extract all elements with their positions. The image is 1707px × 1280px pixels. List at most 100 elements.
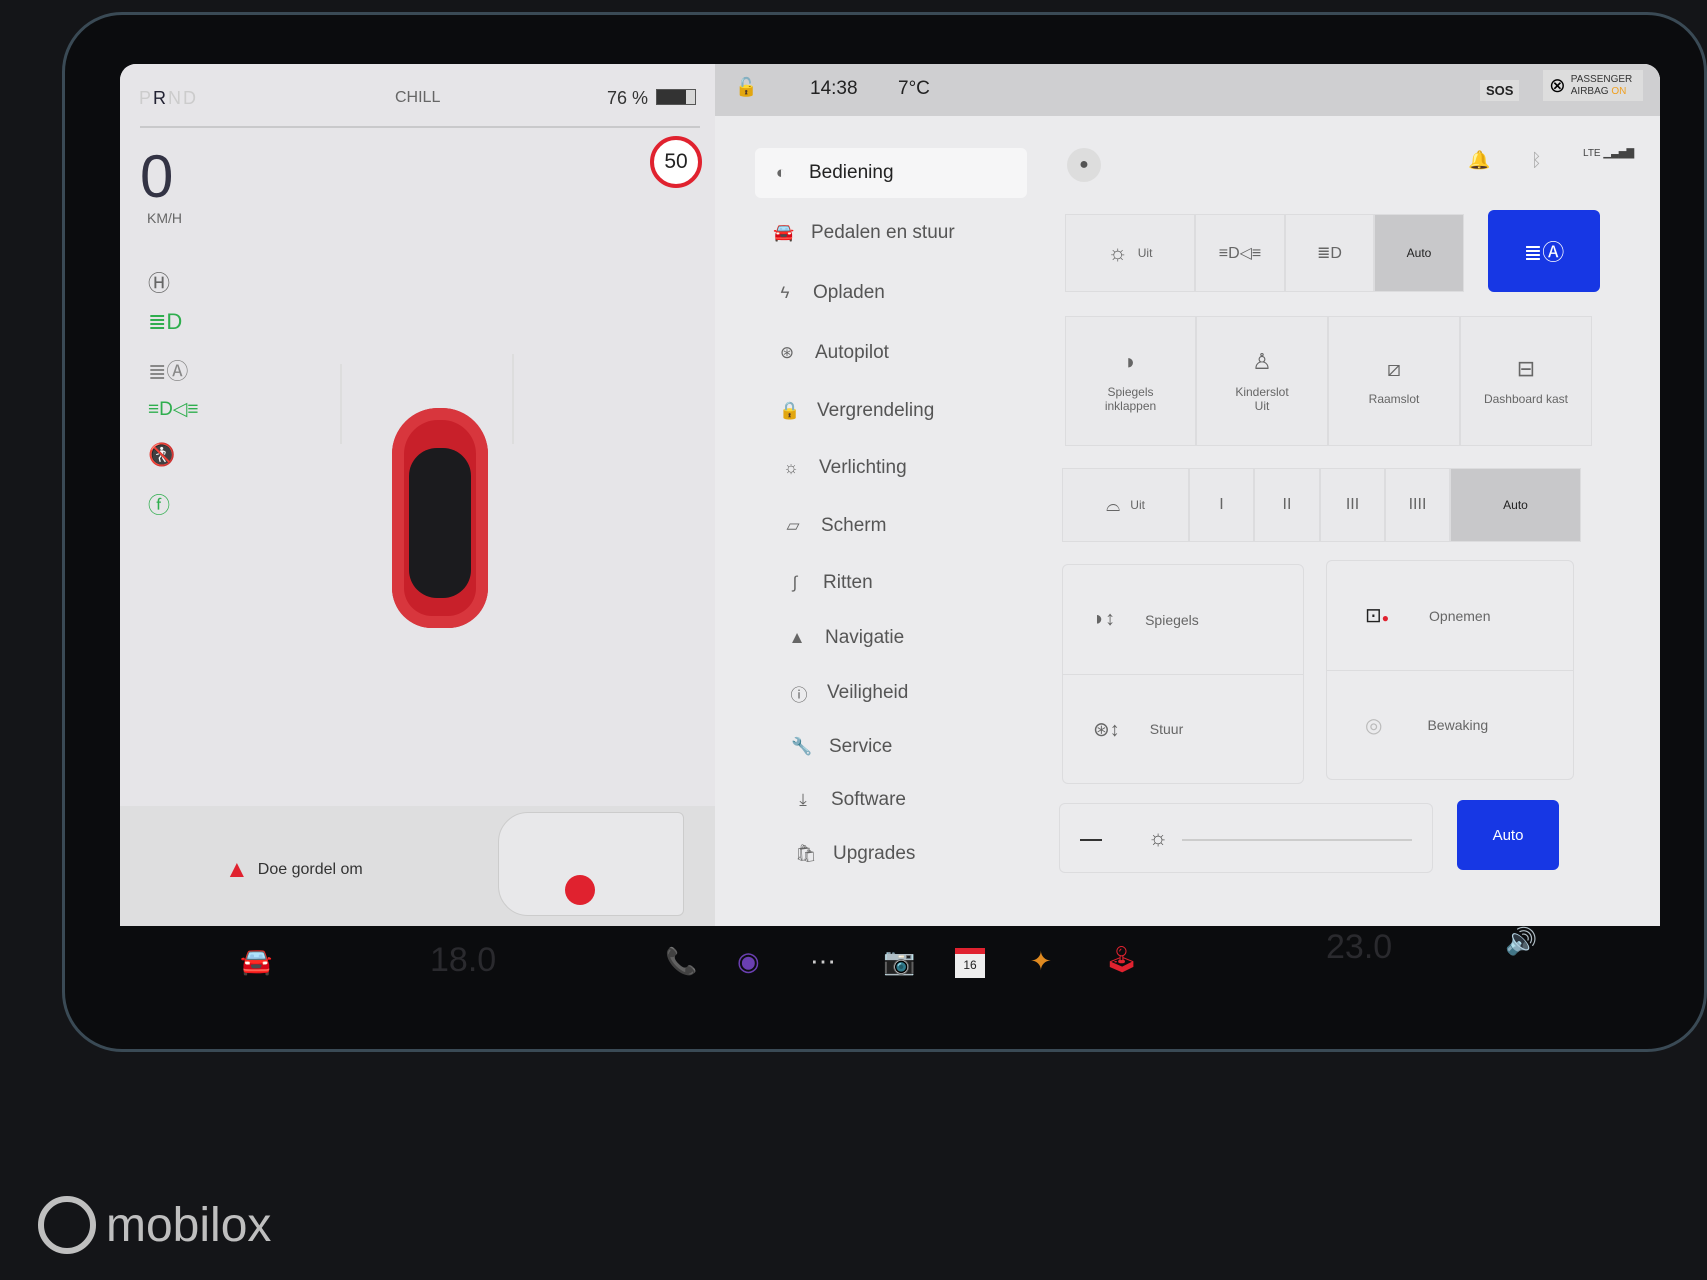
glovebox-button[interactable]: ⊟ Dashboard kast [1460, 316, 1592, 446]
menu-item-label: Scherm [821, 515, 887, 536]
sentry-icon: ◎ [1365, 714, 1383, 737]
car-icon[interactable]: 🚘 [240, 946, 272, 977]
battery-percent: 76 % [607, 88, 649, 108]
menu-item-navigatie[interactable]: ▲ Navigatie [771, 613, 1043, 663]
more-apps-icon[interactable]: ⋯ [810, 946, 836, 977]
adjust-steering-button[interactable]: ⊛↕ Stuur [1063, 675, 1303, 783]
drive-mode: CHILL [395, 89, 441, 106]
auto-high-beam-button[interactable]: ≣Ⓐ [1488, 210, 1600, 292]
camera-icon[interactable]: 📷 [883, 946, 915, 977]
menu-item-label: Autopilot [815, 342, 889, 363]
menu-item-veiligheid[interactable]: ⓘ Veiligheid [773, 668, 1045, 718]
lights-auto-button[interactable]: Auto [1374, 214, 1464, 292]
airbag-icon: ⊗ [1549, 75, 1566, 97]
wipers-auto-button[interactable]: Auto [1450, 468, 1581, 542]
warning-text: Doe gordel om [257, 861, 363, 878]
calendar-icon[interactable]: 16 [955, 948, 985, 978]
dashcam-box: ⊡● Opnemen ◎ Bewaking [1326, 560, 1574, 780]
parking-lights-icon: ≡D◁≡ [148, 399, 199, 420]
record-label: Opnemen [1429, 607, 1491, 624]
menu-item-scherm[interactable]: ▱ Scherm [767, 501, 1039, 551]
menu-item-service[interactable]: 🔧 Service [775, 722, 1047, 772]
lane-line [512, 354, 514, 444]
parking-lights-button[interactable]: ≡D◁≡ [1195, 214, 1285, 292]
menu-item-label: Service [829, 736, 893, 757]
speed-limit-sign: 50 [650, 136, 702, 188]
menu-item-software[interactable]: ⤓ Software [777, 775, 1049, 825]
menu-item-label: Veiligheid [827, 682, 909, 703]
gear-d: D [183, 88, 199, 108]
lights-off-button[interactable]: ☼ Uit [1065, 214, 1195, 292]
passenger-temp[interactable]: 23.0 [1326, 928, 1392, 967]
brightness-icon[interactable]: ☼ [1148, 825, 1168, 851]
record-icon: ⊡● [1365, 605, 1390, 627]
brightness-slider[interactable]: ☼ [1059, 803, 1433, 873]
adjust-mirrors-button[interactable]: ◗↕ Spiegels [1063, 565, 1303, 675]
brightness-auto-button[interactable]: Auto [1457, 800, 1559, 870]
bluetooth-icon[interactable]: ᛒ [1531, 150, 1542, 171]
child-lock-button[interactable]: ♙ Kinderslot Uit [1196, 316, 1328, 446]
watermark: mobilox [38, 1196, 271, 1254]
alert-icon: ⓘ [790, 685, 808, 705]
sun-icon: ☼ [1107, 240, 1128, 265]
slider-fill [1080, 839, 1102, 841]
sentry-mode-button[interactable]: ◎ Bewaking [1327, 671, 1573, 779]
wiper-speed-2[interactable]: II [1254, 468, 1320, 542]
touchscreen: PRND CHILL 76 % 0 KM/H 50 Ⓗ ≣D ≣Ⓐ ≡D◁≡ 🚷… [120, 64, 1660, 926]
parking-brake-icon: Ⓗ [148, 271, 171, 296]
wiper-speed-3[interactable]: III [1320, 468, 1385, 542]
joystick-icon[interactable]: 🕹 [1105, 944, 1138, 975]
watermark-text: mobilox [106, 1198, 272, 1252]
sentry-label: Bewaking [1427, 717, 1489, 733]
auto-high-beam-icon: ≣Ⓐ [148, 359, 189, 384]
download-icon: ⤓ [799, 790, 807, 809]
steering-adjust-icon: ⊛↕ [1093, 718, 1120, 741]
menu-item-label: Vergrendeling [817, 400, 935, 421]
low-beam-icon: ≣D [148, 309, 183, 334]
camera-lens-icon[interactable]: ◉ [737, 946, 760, 977]
wipers-off-button[interactable]: ⌓ Uit [1062, 468, 1189, 542]
wipers-off-label: Uit [1130, 498, 1145, 512]
menu-item-pedalen-en-stuur[interactable]: 🚘 Pedalen en stuur [757, 208, 1029, 258]
warning-icon: ▲ [225, 856, 249, 883]
menu-item-label: Upgrades [833, 843, 916, 864]
wiper-speed-4[interactable]: IIII [1385, 468, 1450, 542]
menu-item-bediening[interactable]: ◐ Bediening [755, 148, 1027, 198]
wiper-speed-1[interactable]: I [1189, 468, 1254, 542]
fold-mirrors-button[interactable]: ◗ Spiegels inklappen [1065, 316, 1196, 446]
gear-r: R [153, 88, 169, 108]
unlock-icon[interactable]: 🔓 [735, 77, 757, 98]
driver-temp[interactable]: 18.0 [430, 941, 496, 980]
car-icon: 🚘 [773, 223, 795, 242]
profile-icon[interactable]: ● [1067, 148, 1101, 182]
dashcam-record-button[interactable]: ⊡● Opnemen [1327, 561, 1573, 671]
window-lock-button[interactable]: ⧄ Raamslot [1328, 316, 1460, 446]
lane-line [340, 364, 342, 444]
menu-item-label: Bediening [809, 162, 894, 183]
unbuckled-seat-icon [565, 875, 595, 905]
mirror-icon: ◗ [1123, 349, 1138, 374]
lights-off-label: Uit [1137, 246, 1153, 260]
phone-icon[interactable]: 📞 [665, 946, 697, 977]
seat-diagram [498, 812, 684, 916]
menu-item-label: Pedalen en stuur [811, 222, 955, 243]
sos-button[interactable]: SOS [1480, 80, 1520, 101]
passenger-airbag: ⊗ PASSENGER AIRBAG ON [1543, 70, 1643, 101]
menu-item-verlichting[interactable]: ☼ Verlichting [765, 443, 1037, 493]
menu-item-opladen[interactable]: ϟ Opladen [759, 268, 1031, 318]
volume-icon[interactable]: 🔊 [1505, 926, 1537, 957]
fold-mirrors-label: Spiegels inklappen [1104, 385, 1157, 413]
menu-item-ritten[interactable]: ∫ Ritten [769, 558, 1041, 608]
gear-p: P [139, 88, 154, 108]
window-lock-label: Raamslot [1368, 392, 1420, 406]
menu-item-vergrendeling[interactable]: 🔒 Vergrendeling [763, 386, 1035, 436]
menu-item-autopilot[interactable]: ⊛ Autopilot [761, 328, 1033, 378]
low-beam-button[interactable]: ≣D [1285, 214, 1374, 292]
seatbelt-warning: ▲ Doe gordel om [225, 856, 363, 884]
bell-icon[interactable]: 🔔 [1468, 150, 1490, 171]
watermark-logo [38, 1196, 96, 1254]
menu-item-upgrades[interactable]: 🛍 Upgrades [779, 829, 1051, 879]
bolt-icon: ϟ [780, 283, 790, 302]
games-icon[interactable]: ✦ [1030, 946, 1052, 977]
adjust-steering-label: Stuur [1149, 721, 1184, 737]
